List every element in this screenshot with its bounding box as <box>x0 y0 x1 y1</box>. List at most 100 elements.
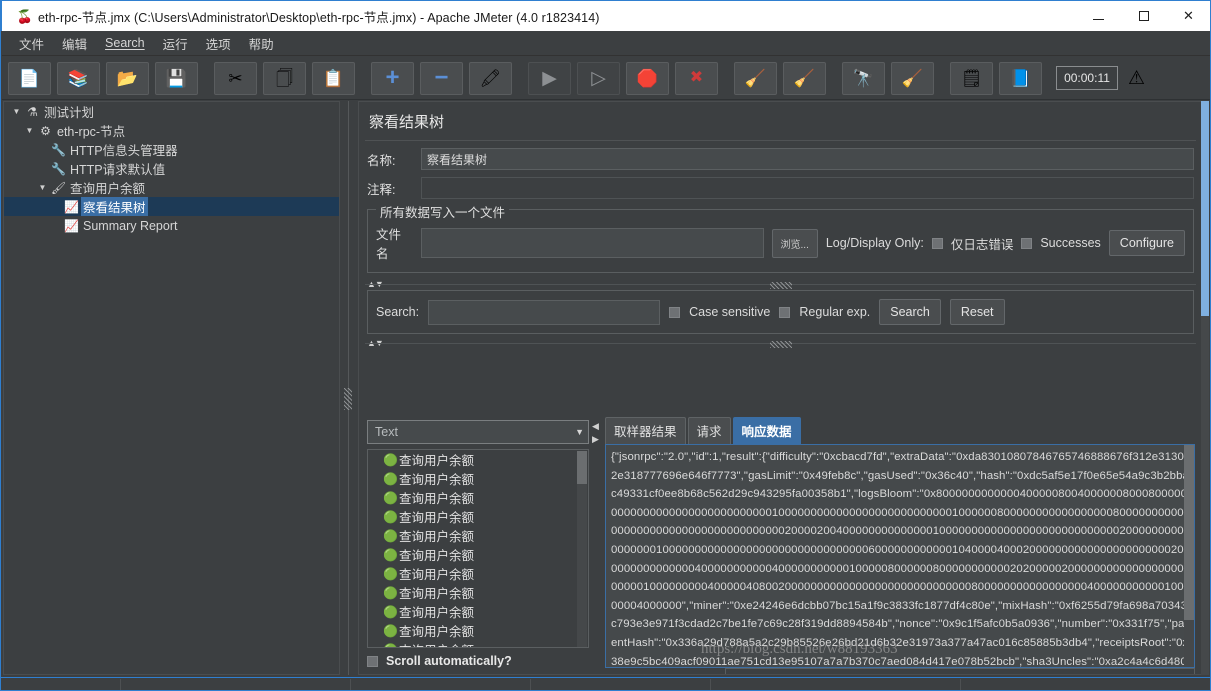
splitter-grip[interactable] <box>344 388 352 410</box>
comment-input[interactable] <box>421 177 1194 199</box>
menu-run[interactable]: 运行 <box>154 31 197 56</box>
errors-only-checkbox[interactable] <box>931 237 943 249</box>
maximize-button[interactable] <box>1121 1 1166 31</box>
menu-file[interactable]: 文件 <box>10 31 53 56</box>
green-check-shield-icon: 🟢 <box>383 585 398 600</box>
splitter-grip[interactable] <box>769 341 792 348</box>
list-item-label: 查询用户余额 <box>399 492 475 506</box>
search-input[interactable] <box>428 299 661 325</box>
response-scrollbar[interactable] <box>1184 445 1194 667</box>
summary-report-icon: 📈 <box>64 218 79 233</box>
case-sensitive-label: Case sensitive <box>689 305 771 319</box>
stop-sign-icon: 🛑 <box>636 68 659 88</box>
tree-node-thread-group[interactable]: ▼ ⚙ eth-rpc-节点 <box>4 121 339 140</box>
scroll-automatically-label: Scroll automatically? <box>386 654 512 668</box>
list-item[interactable]: 🟢查询用户余额 <box>368 507 588 526</box>
minimize-button[interactable] <box>1076 1 1121 31</box>
tab-response-data[interactable]: 响应数据 <box>732 417 801 444</box>
list-item[interactable]: 🟢查询用户余额 <box>368 545 588 564</box>
window-scrollbar[interactable] <box>1201 101 1209 675</box>
shutdown-button[interactable]: ✖ <box>675 61 718 95</box>
reset-button[interactable]: Reset <box>949 299 1005 325</box>
scroll-automatically-row: Scroll automatically? <box>367 654 589 668</box>
list-item[interactable]: 🟢查询用户余额 <box>368 602 588 621</box>
renderer-select[interactable]: Text ▼ <box>367 420 589 444</box>
search-reset-button[interactable]: 🧹 <box>891 61 934 95</box>
tree-node-header-manager[interactable]: ▼ 🔧 HTTP信息头管理器 <box>4 140 339 159</box>
filename-input[interactable] <box>421 228 764 258</box>
response-data-viewer[interactable]: {"jsonrpc":"2.0","id":1,"result":{"diffi… <box>605 444 1195 668</box>
browse-button[interactable]: 浏览... <box>771 228 818 258</box>
case-sensitive-checkbox[interactable] <box>669 306 681 318</box>
expander-icon[interactable]: ▼ <box>23 126 36 135</box>
list-item[interactable]: 🟢查询用户余额 <box>368 450 588 469</box>
test-plan-tree[interactable]: ▼ ⚗ 测试计划 ▼ ⚙ eth-rpc-节点 ▼ 🔧 HTTP信息头管理器 ▼… <box>3 101 340 675</box>
results-splitter[interactable]: ◀ ▶ <box>589 420 605 668</box>
renderer-selected-value: Text <box>375 425 398 439</box>
regular-exp-checkbox[interactable] <box>779 306 791 318</box>
tree-node-label: Summary Report <box>83 218 178 233</box>
configure-button[interactable]: Configure <box>1108 230 1185 256</box>
clear-button[interactable]: 🧹 <box>734 61 777 95</box>
paste-button[interactable]: 📋 <box>312 61 355 95</box>
splitter-grip[interactable] <box>769 282 792 289</box>
menu-help[interactable]: 帮助 <box>240 31 283 56</box>
menu-search[interactable]: Search <box>96 33 154 53</box>
search-button[interactable]: Search <box>879 299 941 325</box>
scrollbar-thumb[interactable] <box>1201 101 1209 316</box>
new-button[interactable]: 📄 <box>8 61 51 95</box>
list-item[interactable]: 🟢查询用户余额 <box>368 469 588 488</box>
start-no-pauses-button[interactable]: ▷ <box>577 61 620 95</box>
search-button[interactable]: 🔭 <box>842 61 885 95</box>
expand-all-button[interactable]: + <box>371 61 414 95</box>
list-item-label: 查询用户余额 <box>399 640 474 647</box>
successes-checkbox[interactable] <box>1021 237 1033 249</box>
tree-node-view-results-tree[interactable]: ▼ 📈 察看结果树 <box>4 197 339 216</box>
warning-triangle-icon[interactable]: ⚠ <box>1128 67 1145 90</box>
expander-icon[interactable]: ▼ <box>36 183 49 192</box>
scroll-automatically-checkbox[interactable] <box>367 655 378 667</box>
templates-button[interactable]: 📚 <box>57 61 100 95</box>
save-button[interactable]: 💾 <box>155 61 198 95</box>
list-item[interactable]: 🟢查询用户余额 <box>368 621 588 640</box>
open-button[interactable]: 📂 <box>106 61 149 95</box>
view-results-tree-panel: 察看结果树 名称: 察看结果树 注释: 所有数据写入一个文件 文件名 浏览...… <box>358 101 1203 675</box>
list-item[interactable]: 🟢查询用户余额 <box>368 564 588 583</box>
main-vertical-splitter[interactable] <box>341 101 357 675</box>
scrollbar-thumb[interactable] <box>1184 445 1194 620</box>
list-item[interactable]: 🟢查询用户余额 <box>368 640 588 648</box>
stop-button[interactable]: 🛑 <box>626 61 669 95</box>
function-helper-button[interactable]: 🗒 <box>950 61 993 95</box>
scrollbar-thumb[interactable] <box>577 451 587 484</box>
tab-sampler-result[interactable]: 取样器结果 <box>605 417 686 444</box>
tree-node-summary-report[interactable]: ▼ 📈 Summary Report <box>4 216 339 235</box>
tree-node-http-defaults[interactable]: ▼ 🔧 HTTP请求默认值 <box>4 159 339 178</box>
chevron-down-icon[interactable]: ▼ <box>575 427 584 437</box>
upper-horizontal-splitter[interactable]: ▲▼ <box>365 279 1196 290</box>
clear-all-button[interactable]: 🧹 <box>783 61 826 95</box>
tab-request[interactable]: 请求 <box>687 417 731 444</box>
sampler-result-list[interactable]: 🟢 查询用户余额 🟢 查询用户余额 🟢 查询用户余额 🟢 查询用户余额 🟢 查询用户余额 … <box>367 449 589 648</box>
results-list-scrollbar[interactable] <box>577 451 587 647</box>
help-button[interactable]: 📘 <box>999 61 1042 95</box>
tree-node-http-sampler[interactable]: ▼ 🖌 查询用户余额 <box>4 178 339 197</box>
splitter-right-arrow-icon[interactable]: ▶ <box>592 434 599 445</box>
list-item[interactable]: 🟢查询用户余额 <box>368 583 588 602</box>
close-button[interactable]: ✕ <box>1166 1 1210 31</box>
tree-node-test-plan[interactable]: ▼ ⚗ 测试计划 <box>4 102 339 121</box>
copy-button[interactable]: 🗍 <box>263 61 306 95</box>
start-button[interactable]: ▶ <box>528 61 571 95</box>
menu-options[interactable]: 选项 <box>197 31 240 56</box>
list-item[interactable]: 🟢查询用户余额 <box>368 526 588 545</box>
cut-button[interactable]: ✂ <box>214 61 257 95</box>
lower-horizontal-splitter[interactable]: ▲▼ <box>365 338 1196 349</box>
collapse-all-button[interactable]: − <box>420 61 463 95</box>
toggle-button[interactable]: 🖍 <box>469 61 512 95</box>
toolbar: 📄 📚 📂 💾 ✂ 🗍 📋 + − 🖍 ▶ ▷ 🛑 ✖ 🧹 🧹 🔭 🧹 🗒 📘 … <box>2 57 1210 100</box>
menu-edit[interactable]: 编辑 <box>53 31 96 56</box>
splitter-left-arrow-icon[interactable]: ◀ <box>592 421 599 432</box>
name-input[interactable]: 察看结果树 <box>421 148 1194 170</box>
filename-row: 文件名 浏览... Log/Display Only: 仅日志错误 Succes… <box>376 224 1185 262</box>
expander-icon[interactable]: ▼ <box>10 107 23 116</box>
list-item[interactable]: 🟢查询用户余额 <box>368 488 588 507</box>
